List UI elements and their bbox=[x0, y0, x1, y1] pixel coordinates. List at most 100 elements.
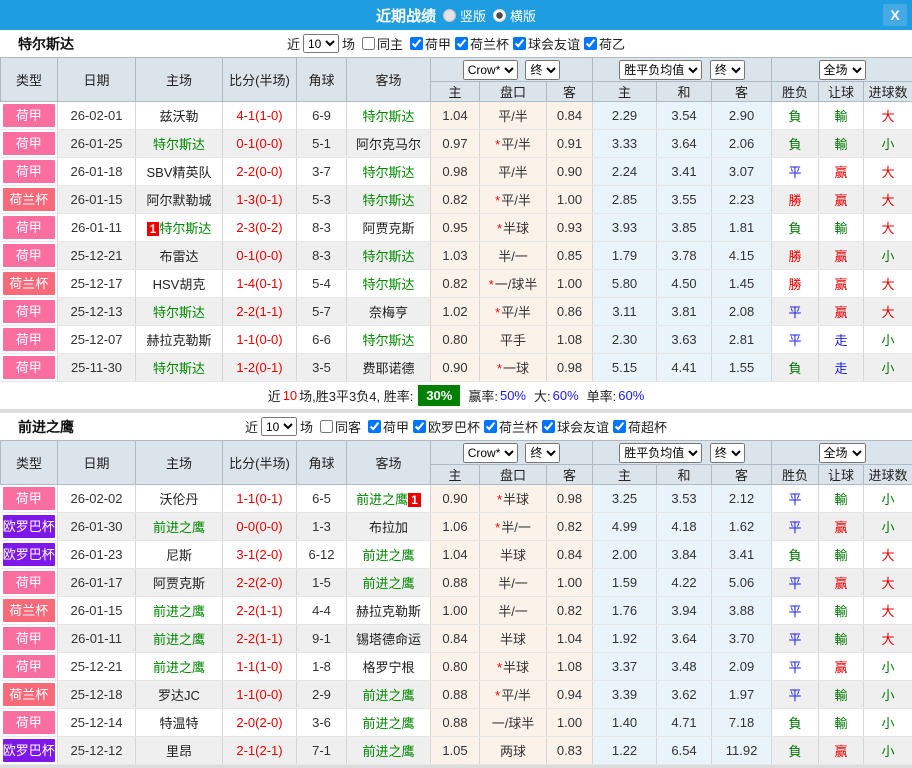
league-badge: 欧罗巴杯 bbox=[3, 515, 56, 538]
layout-option-horizontal[interactable]: 横版 bbox=[493, 6, 536, 25]
handicap-line-cell: 平手 bbox=[480, 326, 547, 354]
odds-company-select[interactable]: Crow* bbox=[463, 60, 518, 80]
league-filter[interactable]: 欧罗巴杯 bbox=[409, 417, 480, 436]
match-row: 欧罗巴杯26-01-23尼斯3-1(2-0)6-12前进之鹰1.04半球0.84… bbox=[1, 541, 912, 569]
league-checkbox[interactable] bbox=[368, 420, 381, 433]
league-filter[interactable]: 荷甲 bbox=[364, 417, 409, 436]
avg-state-select[interactable]: 终 bbox=[710, 60, 745, 80]
match-count-select[interactable]: 10 bbox=[303, 34, 339, 53]
subcol-odds-away: 客 bbox=[547, 82, 593, 102]
league-checkbox[interactable] bbox=[484, 420, 497, 433]
avg-draw-cell: 3.55 bbox=[657, 186, 712, 214]
away-team-cell: 特尔斯达 bbox=[347, 242, 431, 270]
league-checkbox[interactable] bbox=[455, 37, 468, 50]
date-cell: 26-01-17 bbox=[58, 569, 136, 597]
handicap-result-cell: 輸 bbox=[819, 130, 864, 158]
odds-state-select[interactable]: 终 bbox=[525, 443, 560, 463]
home-odds-cell: 1.02 bbox=[431, 298, 480, 326]
league-filter[interactable]: 荷兰杯 bbox=[480, 417, 538, 436]
league-checkbox[interactable] bbox=[613, 420, 626, 433]
away-odds-cell: 1.04 bbox=[547, 625, 593, 653]
league-checkbox[interactable] bbox=[410, 37, 423, 50]
league-cell: 荷甲 bbox=[1, 709, 58, 737]
avg-home-cell: 3.39 bbox=[593, 681, 657, 709]
subcol-goals: 进球数 bbox=[864, 465, 912, 485]
home-odds-cell: 1.00 bbox=[431, 597, 480, 625]
radio-selected-icon[interactable] bbox=[493, 9, 506, 22]
home-team-cell: 前进之鹰 bbox=[136, 597, 223, 625]
team-label: 前进之鹰 bbox=[153, 660, 205, 675]
same-venue-checkbox[interactable] bbox=[362, 37, 375, 50]
league-filter[interactable]: 球会友谊 bbox=[509, 34, 580, 53]
avg-state-select[interactable]: 终 bbox=[710, 443, 745, 463]
same-venue-checkbox[interactable] bbox=[320, 420, 333, 433]
scope-select[interactable]: 全场 bbox=[819, 443, 866, 463]
league-filter[interactable]: 荷甲 bbox=[406, 34, 451, 53]
handicap-result-cell: 輸 bbox=[819, 597, 864, 625]
avg-select[interactable]: 胜平负均值 bbox=[619, 443, 702, 463]
avg-home-cell: 5.80 bbox=[593, 270, 657, 298]
league-checkbox[interactable] bbox=[513, 37, 526, 50]
team-label: 费耶诺德 bbox=[362, 361, 414, 376]
avg-home-cell: 4.99 bbox=[593, 513, 657, 541]
home-team-cell: 前进之鹰 bbox=[136, 653, 223, 681]
corner-cell: 5-4 bbox=[297, 270, 347, 298]
league-filter[interactable]: 球会友谊 bbox=[538, 417, 609, 436]
score-cell: 1-1(0-0) bbox=[223, 681, 297, 709]
league-filter[interactable]: 荷兰杯 bbox=[451, 34, 509, 53]
home-team-cell: 罗达JC bbox=[136, 681, 223, 709]
avg-select[interactable]: 胜平负均值 bbox=[619, 60, 702, 80]
result-cell: 平 bbox=[772, 569, 819, 597]
scope-select[interactable]: 全场 bbox=[819, 60, 866, 80]
close-button[interactable]: X bbox=[883, 4, 907, 26]
team-label: 罗达JC bbox=[158, 688, 200, 703]
col-header-away: 客场 bbox=[347, 58, 431, 102]
team-label: 尼斯 bbox=[166, 548, 192, 563]
league-cell: 荷兰杯 bbox=[1, 186, 58, 214]
avg-home-cell: 2.30 bbox=[593, 326, 657, 354]
home-odds-cell: 1.04 bbox=[431, 102, 480, 130]
score-cell: 2-2(2-0) bbox=[223, 569, 297, 597]
date-cell: 26-01-25 bbox=[58, 130, 136, 158]
handicap-line-cell: *半球 bbox=[480, 485, 547, 513]
date-cell: 26-01-15 bbox=[58, 186, 136, 214]
match-row: 荷兰杯25-12-17HSV胡克1-4(0-1)5-4特尔斯达0.82*一/球半… bbox=[1, 270, 912, 298]
col-header-corner: 角球 bbox=[297, 58, 347, 102]
away-team-cell: 格罗宁根 bbox=[347, 653, 431, 681]
stat-value: 50% bbox=[500, 388, 526, 403]
team-label: 特尔斯达 bbox=[362, 277, 414, 292]
layout-option-vertical[interactable]: 竖版 bbox=[443, 6, 486, 25]
live-star: * bbox=[495, 305, 500, 320]
goals-result-cell: 大 bbox=[864, 597, 912, 625]
odds-company-select[interactable]: Crow* bbox=[463, 443, 518, 463]
league-badge: 荷甲 bbox=[3, 571, 56, 594]
avg-home-cell: 2.00 bbox=[593, 541, 657, 569]
match-row: 荷甲25-12-13特尔斯达2-2(1-1)5-7奈梅亨1.02*平/半0.86… bbox=[1, 298, 912, 326]
team-label: 阿尔默勒城 bbox=[146, 193, 211, 208]
same-venue-filter[interactable]: 同客 bbox=[316, 417, 361, 436]
league-filter[interactable]: 荷超杯 bbox=[609, 417, 667, 436]
home-odds-cell: 0.80 bbox=[431, 653, 480, 681]
league-badge: 荷甲 bbox=[3, 655, 56, 678]
handicap-line-cell: 半/一 bbox=[480, 597, 547, 625]
stat-value: 60% bbox=[553, 388, 579, 403]
odds-state-select[interactable]: 终 bbox=[525, 60, 560, 80]
live-star: * bbox=[495, 193, 500, 208]
score-cell: 0-1(0-0) bbox=[223, 242, 297, 270]
corner-cell: 9-1 bbox=[297, 625, 347, 653]
section-telstar: 特尔斯达 近 10 场 同主 荷甲荷兰杯球会友谊荷乙 类型 bbox=[0, 30, 912, 410]
radio-unselected-icon[interactable] bbox=[443, 9, 456, 22]
handicap-line-cell: *半/一 bbox=[480, 513, 547, 541]
league-checkbox[interactable] bbox=[542, 420, 555, 433]
league-cell: 荷甲 bbox=[1, 354, 58, 382]
same-venue-filter[interactable]: 同主 bbox=[358, 34, 403, 53]
league-checkbox[interactable] bbox=[584, 37, 597, 50]
result-cell: 負 bbox=[772, 130, 819, 158]
team-label: 特温特 bbox=[159, 716, 198, 731]
league-filter[interactable]: 荷乙 bbox=[580, 34, 625, 53]
league-cell: 荷甲 bbox=[1, 298, 58, 326]
league-filter-label: 荷超杯 bbox=[628, 417, 667, 436]
league-checkbox[interactable] bbox=[413, 420, 426, 433]
match-count-select[interactable]: 10 bbox=[261, 417, 297, 436]
team-label: 锡塔德命运 bbox=[356, 632, 421, 647]
